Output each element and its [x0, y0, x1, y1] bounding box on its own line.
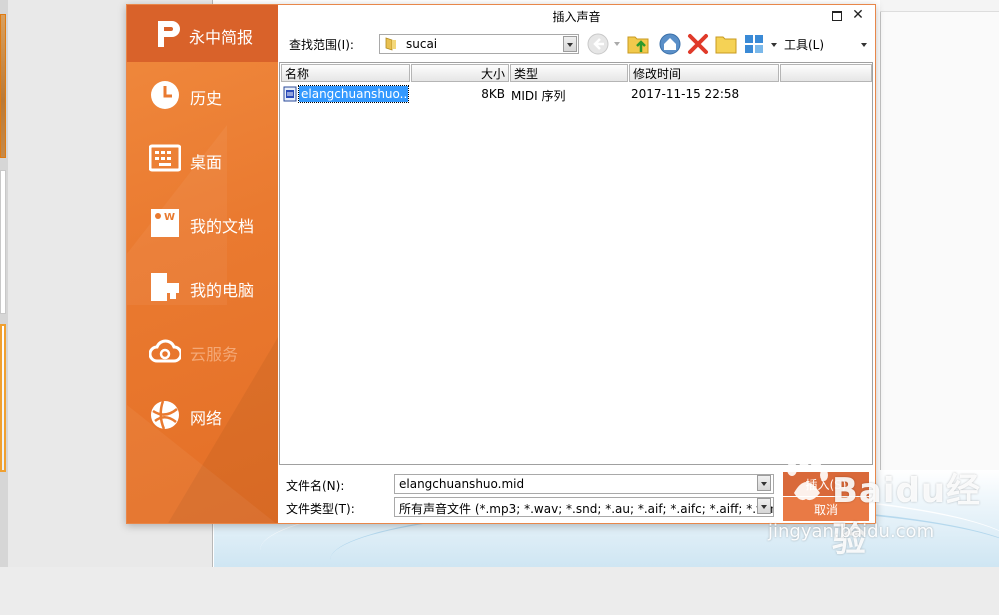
tools-dropdown-icon[interactable]	[861, 43, 867, 47]
back-arrow-icon[interactable]	[587, 33, 609, 55]
clock-icon	[151, 81, 179, 109]
slide-thumbnail[interactable]	[0, 14, 6, 158]
close-button[interactable]: ✕	[851, 7, 865, 23]
views-dropdown-icon[interactable]	[771, 43, 777, 47]
sidebar-item-label: 桌面	[190, 153, 223, 172]
filetype-label: 文件类型(T):	[286, 502, 355, 516]
sidebar-item-desktop[interactable]: 桌面	[127, 135, 278, 183]
look-in-value: sucai	[406, 37, 438, 51]
filename-label: 文件名(N):	[286, 479, 345, 493]
cloud-icon	[149, 339, 181, 363]
chevron-down-icon[interactable]	[757, 498, 771, 514]
desktop-icon	[149, 144, 181, 172]
maximize-button[interactable]	[832, 11, 842, 21]
places-sidebar: 永中简报 历史 桌面 W 我的文档 我的电脑 云服务 网络	[127, 5, 278, 523]
insert-button[interactable]: 插入(S)	[783, 472, 869, 496]
sidebar-item-cloud[interactable]: 云服务	[127, 327, 278, 375]
sidebar-item-label: 我的电脑	[190, 281, 255, 300]
brand-header: 永中简报	[127, 5, 278, 62]
column-header-size[interactable]: 大小	[411, 64, 509, 82]
sidebar-item-label: 网络	[190, 409, 223, 428]
midi-file-icon	[283, 86, 297, 102]
computer-icon	[151, 273, 179, 301]
sidebar-item-label: 云服务	[190, 345, 239, 364]
brand-name: 永中简报	[189, 28, 254, 47]
look-in-label: 查找范围(I):	[289, 38, 354, 52]
look-in-select[interactable]: sucai	[379, 34, 579, 54]
brand-logo-icon	[158, 21, 180, 47]
column-header-name[interactable]: 名称	[281, 64, 410, 82]
ruler-strip	[880, 0, 999, 12]
documents-icon: W	[151, 209, 179, 237]
column-header-type[interactable]: 类型	[510, 64, 628, 82]
back-dropdown-icon[interactable]	[614, 42, 620, 46]
folder-up-icon[interactable]	[627, 33, 649, 55]
slide-thumbnail[interactable]	[0, 170, 6, 314]
chevron-down-icon[interactable]	[757, 475, 771, 491]
slide-thumbnail-selected[interactable]	[0, 324, 6, 472]
insert-sound-dialog: 永中简报 历史 桌面 W 我的文档 我的电脑 云服务 网络 插入声音 ✕ 查找范…	[126, 4, 876, 524]
svg-text:W: W	[164, 212, 175, 223]
new-folder-icon[interactable]	[715, 33, 737, 55]
column-header-modified[interactable]: 修改时间	[629, 64, 779, 82]
filename-input[interactable]	[394, 474, 774, 494]
file-modified: 2017-11-15 22:58	[631, 87, 740, 101]
folder-icon	[385, 37, 396, 51]
sidebar-item-computer[interactable]: 我的电脑	[127, 263, 278, 311]
tools-menu[interactable]: 工具(L)	[784, 36, 824, 53]
home-icon[interactable]	[659, 33, 681, 55]
column-header-empty[interactable]	[780, 64, 872, 82]
filetype-select[interactable]: 所有声音文件 (*.mp3; *.wav; *.snd; *.au; *.aif…	[394, 497, 774, 517]
file-list[interactable]: 名称 大小 类型 修改时间 elangchuanshuo... 8KB MIDI…	[279, 62, 873, 465]
table-row[interactable]: elangchuanshuo... 8KB MIDI 序列 2017-11-15…	[281, 85, 871, 103]
sidebar-item-label: 历史	[190, 89, 223, 108]
network-globe-icon	[151, 400, 179, 430]
file-size: 8KB	[481, 87, 505, 101]
cancel-button[interactable]: 取消	[783, 497, 869, 521]
sidebar-item-label: 我的文档	[190, 217, 255, 236]
chevron-down-icon[interactable]	[563, 36, 577, 52]
view-grid-icon[interactable]	[743, 33, 765, 55]
sidebar-item-documents[interactable]: W 我的文档	[127, 199, 278, 247]
dialog-title: 插入声音	[552, 10, 601, 24]
delete-icon[interactable]	[687, 33, 709, 55]
sidebar-item-history[interactable]: 历史	[127, 71, 278, 119]
file-name: elangchuanshuo...	[298, 85, 409, 103]
file-type: MIDI 序列	[511, 89, 566, 103]
sidebar-item-network[interactable]: 网络	[127, 391, 278, 439]
